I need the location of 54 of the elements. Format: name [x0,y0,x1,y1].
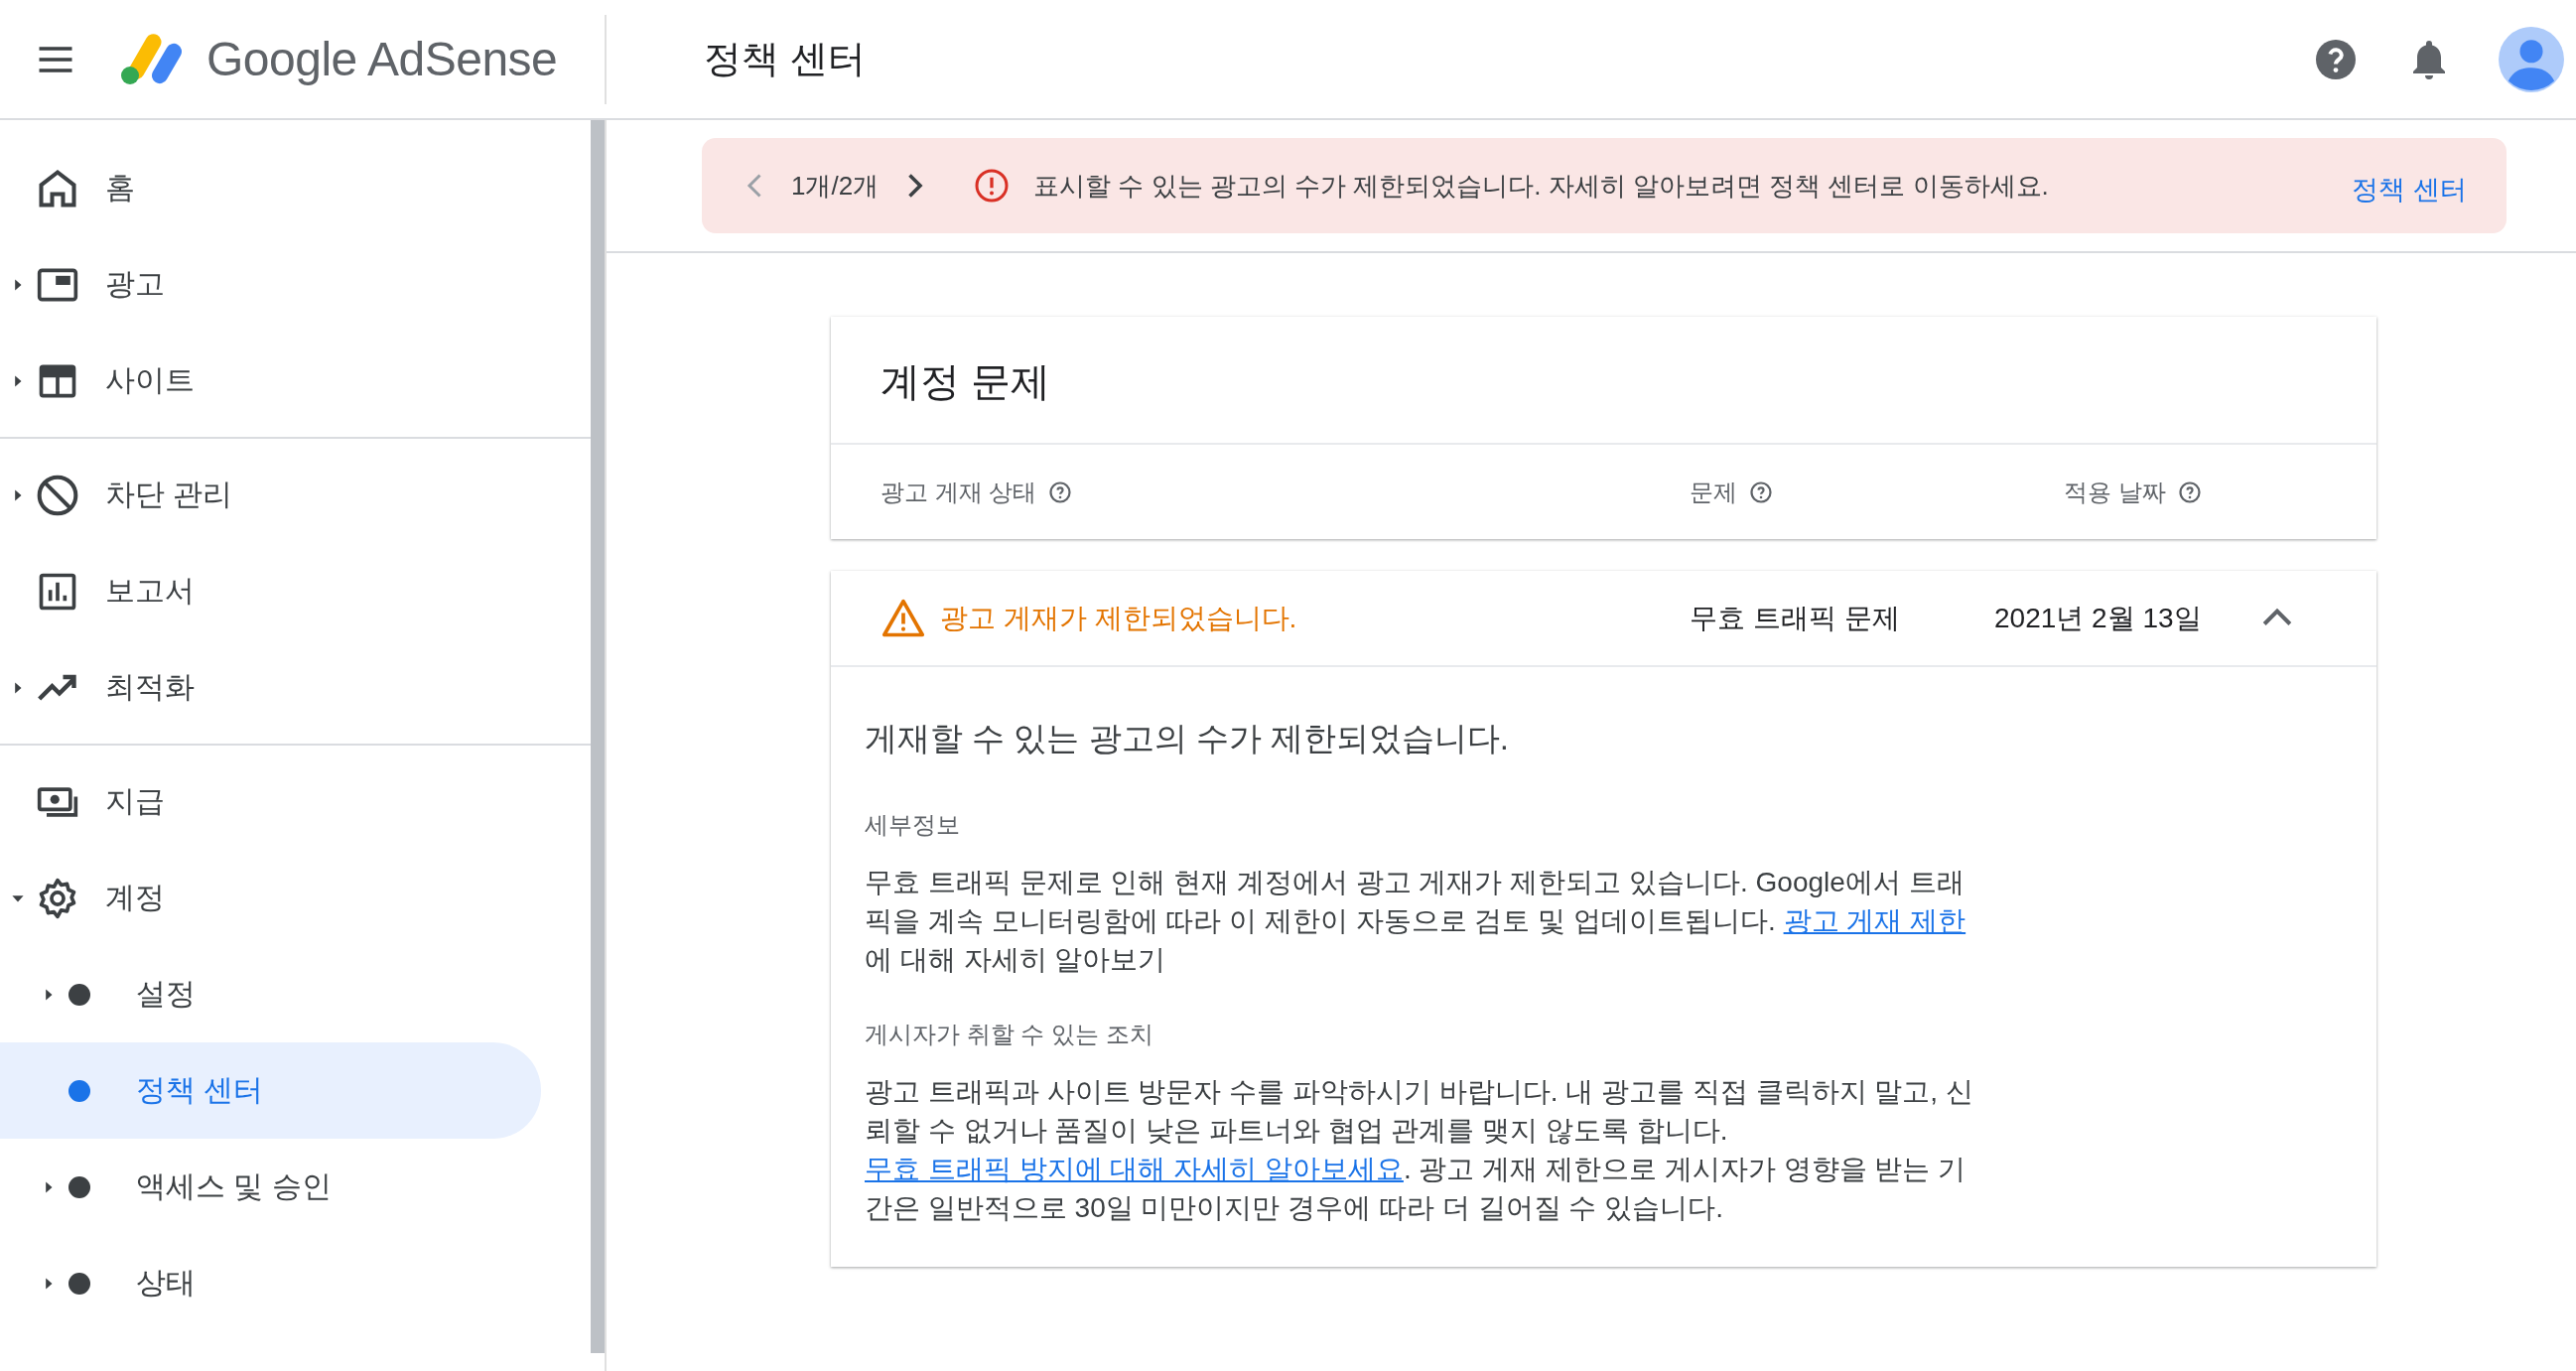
nav-label: 지급 [105,783,165,819]
help-icon[interactable] [2177,480,2202,504]
nav-item[interactable]: 사이트 [0,333,591,429]
policy-center-link[interactable]: 정책 센터 [2352,172,2467,207]
block-icon [36,473,79,517]
nav-label: 최적화 [105,669,195,705]
nav-item[interactable]: 최적화 [0,639,591,736]
nav-label: 계정 [105,880,165,915]
section-label: 세부정보 [865,810,961,840]
issue-text: 무효 트래픽 문제 [1690,601,1901,635]
learn-more-link[interactable]: 광고 게재 제한 [1783,905,1966,936]
dot-icon [68,1272,90,1295]
section-label: 게시자가 취할 수 있는 조치 [865,1020,1154,1049]
avatar-icon[interactable] [2499,26,2564,92]
nav-item[interactable]: 설정 [0,946,591,1042]
nav-label: 정책 센터 [136,1072,264,1108]
card-title: 계정 문제 [831,317,2376,445]
nav-label: 설정 [136,976,196,1012]
nav-label: 보고서 [105,573,195,609]
nav-label: 사이트 [105,362,195,398]
nav-item[interactable]: 계정 [0,850,591,946]
nav-item[interactable]: 정책 센터 [0,1042,541,1139]
page-counter: 1개/2개 [791,169,880,203]
dot-icon [68,1079,90,1102]
dot-icon [68,1175,90,1198]
nav-item[interactable]: 홈 [0,140,591,236]
learn-more-link[interactable]: 무효 트래픽 방지에 대해 자세히 알아보세요 [865,1154,1404,1184]
nav-label: 광고 [105,266,165,302]
column-header: 적용 날짜 [2064,477,2166,507]
column-header: 문제 [1690,477,1737,507]
dot-icon [68,983,90,1006]
nav-label: 상태 [136,1265,196,1301]
alert-message: 표시할 수 있는 광고의 수가 제한되었습니다. 자세히 알아보려면 정책 센터로 이동하세요. [1033,169,2050,203]
error-icon [974,168,1011,204]
paragraph: 무효 트래픽 문제로 인해 현재 계정에서 광고 게재가 제한되고 있습니다. Google에서 트래픽을 계속 모니터링함에 따라 이 제한이 자동으로 검토 및 업데이트됩니다. 광고 게재 제한 에 대해 자세히 알아보기 [865,866,1967,977]
column-header: 광고 게재 상태 [881,477,1037,507]
nav-item[interactable]: 상태 [0,1235,591,1331]
product-name: Google AdSense [206,32,558,86]
paragraph: 광고 트래픽과 사이트 방문자 수를 파악하시기 바랍니다. 내 광고를 직접 클릭하지 말고, 신뢰할 수 없거나 품질이 낮은 파트너와 협업 관계를 맺지 않도록 합니다. 무효 트래픽 방지에 대해 자세히 알아보세요. 광고 게재 제한으로 게시자가 영향을 받는 기간은 일반적으로 30일 미만이지만 경우에 따라 더 길어질 수 있습니다. [865,1075,1974,1225]
nav-item[interactable]: 보고서 [0,543,591,639]
nav-label: 홈 [105,170,135,206]
status-text: 광고 게재가 제한되었습니다. [940,601,1297,635]
nav-item[interactable]: 차단 관리 [0,447,591,543]
nav-item[interactable]: 광고 [0,236,591,333]
nav-item[interactable]: 액세스 및 승인 [0,1139,591,1235]
nav-item[interactable]: 지급 [0,754,591,850]
date-text: 2021년 2월 13일 [1994,601,2203,635]
nav-label: 차단 관리 [105,477,233,512]
help-icon[interactable] [1048,480,1073,504]
scrollbar[interactable] [591,120,605,1353]
nav-label: 액세스 및 승인 [136,1168,332,1204]
issue-heading: 게재할 수 있는 광고의 수가 제한되었습니다. [865,719,1510,758]
page-title: 정책 센터 [704,37,867,81]
help-icon[interactable] [1749,480,1773,504]
